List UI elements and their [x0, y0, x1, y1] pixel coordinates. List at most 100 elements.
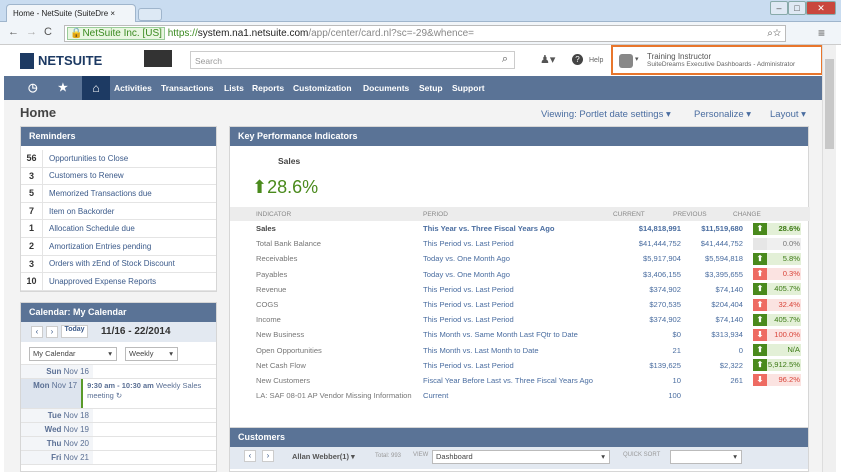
kpi-current[interactable]: $3,406,155 [613, 270, 681, 279]
calendar-day-row[interactable]: Wed Nov 19 [21, 423, 216, 437]
reminder-item[interactable]: 5 Memorized Transactions due [21, 185, 216, 203]
kpi-period[interactable]: This Period vs. Last Period [423, 285, 613, 294]
kpi-period[interactable]: Fiscal Year Before Last vs. Three Fiscal… [423, 376, 613, 385]
scrollbar-thumb[interactable] [825, 59, 834, 149]
minimize-button[interactable]: – [770, 1, 788, 15]
prev-button[interactable]: ‹ [244, 450, 256, 462]
recent-icon[interactable]: ◷ [28, 81, 38, 94]
kpi-period[interactable]: This Year vs. Three Fiscal Years Ago [423, 224, 613, 233]
calendar-day-row[interactable]: Sun Nov 16 [21, 365, 216, 379]
today-button[interactable]: Today [61, 325, 88, 338]
col-indicator[interactable]: INDICATOR [230, 211, 423, 218]
kpi-current[interactable]: $0 [613, 330, 681, 339]
kpi-period[interactable]: This Period vs. Last Period [423, 361, 613, 370]
nav-activities[interactable]: Activities [114, 83, 152, 93]
calendar-day-row[interactable]: Fri Nov 21 [21, 451, 216, 465]
reminder-item[interactable]: 3 Orders with zEnd of Stock Discount [21, 255, 216, 274]
kpi-previous[interactable]: $5,594,818 [681, 254, 743, 263]
forward-icon[interactable]: → [26, 26, 37, 38]
kpi-period[interactable]: Today vs. One Month Ago [423, 270, 613, 279]
nav-transactions[interactable]: Transactions [161, 83, 213, 93]
browser-tab[interactable]: Home - NetSuite (SuiteDre × [6, 4, 136, 22]
zoom-star-icons[interactable]: ⌕☆ [767, 26, 781, 41]
kpi-previous[interactable]: $3,395,655 [681, 270, 743, 279]
kpi-previous[interactable]: $74,140 [681, 315, 743, 324]
col-previous[interactable]: PREVIOUS [673, 211, 733, 218]
kpi-current[interactable]: $374,902 [613, 285, 681, 294]
reminder-item[interactable]: 1 Allocation Schedule due [21, 220, 216, 238]
personalize-menu[interactable]: Personalize ▾ [694, 109, 751, 120]
view-select[interactable]: Weekly ▾ [125, 347, 178, 361]
kpi-previous[interactable]: 0 [681, 346, 743, 355]
reminder-label[interactable]: Memorized Transactions due [43, 189, 152, 198]
home-icon[interactable]: ⌂ [82, 76, 110, 100]
kpi-current[interactable]: $41,444,752 [613, 239, 681, 248]
nav-documents[interactable]: Documents [363, 83, 409, 93]
kpi-current[interactable]: $374,902 [613, 315, 681, 324]
kpi-period[interactable]: Current [423, 391, 613, 400]
reminder-item[interactable]: 7 Item on Backorder [21, 202, 216, 221]
reminder-label[interactable]: Allocation Schedule due [43, 224, 135, 233]
kpi-current[interactable]: $14,818,991 [613, 224, 681, 233]
layout-menu[interactable]: Layout ▾ [770, 109, 806, 120]
new-tab-button[interactable] [138, 8, 162, 21]
ev-certificate[interactable]: 🔒NetSuite Inc. [US] [67, 27, 165, 40]
quicksort-select[interactable]: ▾ [670, 450, 742, 464]
reminder-item[interactable]: 10 Unapproved Expense Reports [21, 273, 216, 291]
close-window-button[interactable]: ✕ [806, 1, 836, 15]
owner-filter[interactable]: Allan Webber(1) ▾ [292, 452, 355, 461]
reminder-label[interactable]: Opportunities to Close [43, 154, 128, 163]
reminder-label[interactable]: Item on Backorder [43, 207, 114, 216]
user-menu[interactable]: ▾ Training Instructor SuiteDreams Execut… [611, 45, 823, 75]
kpi-previous[interactable]: $2,322 [681, 361, 743, 370]
url-input[interactable]: 🔒NetSuite Inc. [US] https://system.na1.n… [64, 25, 786, 42]
search-icon[interactable]: ⌕ [502, 53, 508, 66]
reminder-label[interactable]: Orders with zEnd of Stock Discount [43, 259, 175, 268]
col-period[interactable]: PERIOD [423, 211, 613, 218]
create-new-icon[interactable]: ♟▾ [540, 53, 555, 66]
calendar-select[interactable]: My Calendar ▾ [29, 347, 117, 361]
favorites-star-icon[interactable]: ★ [58, 81, 68, 94]
calendar-event[interactable]: 9:30 am - 10:30 am Weekly Sales meeting … [81, 379, 216, 408]
nav-setup[interactable]: Setup [419, 83, 443, 93]
kpi-period[interactable]: This Month vs. Last Month to Date [423, 346, 613, 355]
next-button[interactable]: › [46, 326, 58, 338]
next-button[interactable]: › [262, 450, 274, 462]
kpi-previous[interactable]: 261 [681, 376, 743, 385]
viewing-menu[interactable]: Viewing: Portlet date settings ▾ [541, 109, 671, 120]
kpi-previous[interactable]: $313,934 [681, 330, 743, 339]
reminder-label[interactable]: Customers to Renew [43, 171, 124, 180]
nav-lists[interactable]: Lists [224, 83, 244, 93]
close-tab-icon[interactable]: × [110, 9, 115, 18]
reload-icon[interactable]: C [44, 26, 52, 38]
reminder-item[interactable]: 2 Amortization Entries pending [21, 237, 216, 256]
help-icon[interactable]: ? [572, 54, 583, 65]
col-current[interactable]: CURRENT [613, 211, 673, 218]
reminder-item[interactable]: 3 Customers to Renew [21, 167, 216, 186]
back-icon[interactable]: ← [8, 26, 19, 38]
kpi-period[interactable]: This Period vs. Last Period [423, 239, 613, 248]
search-input[interactable]: Search ⌕ [190, 51, 515, 69]
calendar-day-row[interactable]: Thu Nov 20 [21, 437, 216, 451]
kpi-current[interactable]: 100 [613, 391, 681, 400]
kpi-current[interactable]: 21 [613, 346, 681, 355]
kpi-previous[interactable]: $41,444,752 [681, 239, 743, 248]
kpi-period[interactable]: This Month vs. Same Month Last FQtr to D… [423, 330, 613, 339]
kpi-period[interactable]: Today vs. One Month Ago [423, 254, 613, 263]
calendar-day-row[interactable]: Mon Nov 17 9:30 am - 10:30 am Weekly Sale… [21, 379, 216, 409]
col-change[interactable]: CHANGE [733, 211, 761, 218]
help-link[interactable]: Help [589, 57, 603, 64]
nav-support[interactable]: Support [452, 83, 485, 93]
maximize-button[interactable]: □ [788, 1, 806, 15]
calendar-day-row[interactable]: Tue Nov 18 [21, 409, 216, 423]
nav-reports[interactable]: Reports [252, 83, 284, 93]
kpi-period[interactable]: This Period vs. Last Period [423, 315, 613, 324]
reminder-label[interactable]: Amortization Entries pending [43, 242, 151, 251]
netsuite-logo[interactable]: NETSUITE [38, 53, 102, 68]
kpi-current[interactable]: 10 [613, 376, 681, 385]
kpi-current[interactable]: $139,625 [613, 361, 681, 370]
kpi-previous[interactable]: $11,519,680 [681, 224, 743, 233]
kpi-current[interactable]: $5,917,904 [613, 254, 681, 263]
reminder-label[interactable]: Unapproved Expense Reports [43, 277, 156, 286]
nav-customization[interactable]: Customization [293, 83, 352, 93]
